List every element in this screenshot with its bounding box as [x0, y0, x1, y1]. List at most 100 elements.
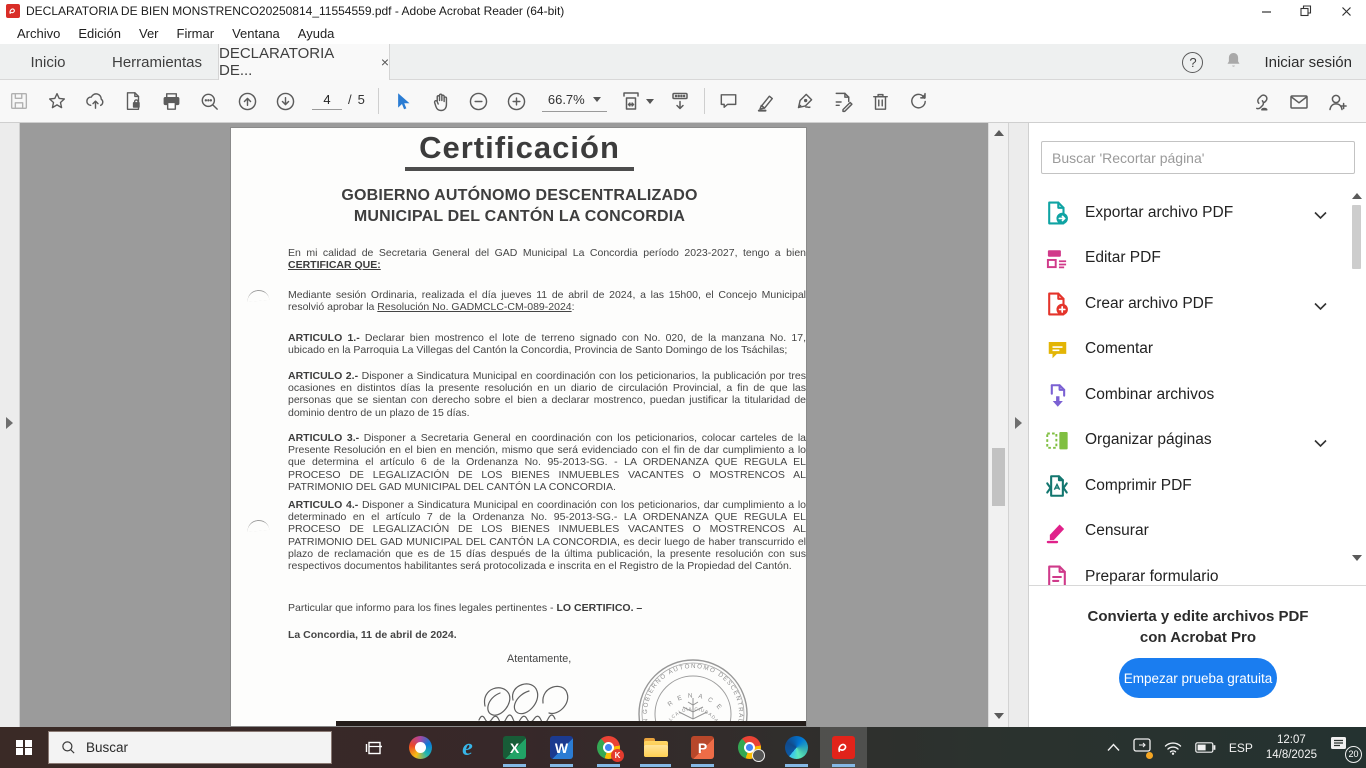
save-icon[interactable]	[0, 84, 38, 118]
notification-center-icon[interactable]: 20	[1330, 736, 1360, 760]
add-person-icon[interactable]	[1318, 85, 1356, 119]
help-glyph: ?	[1189, 55, 1196, 70]
scroll-up-icon[interactable]	[994, 130, 1004, 136]
tab-inicio[interactable]: Inicio	[0, 44, 96, 80]
fit-width-dropdown[interactable]	[613, 84, 661, 118]
select-tool-icon[interactable]	[384, 84, 422, 118]
page-up-icon[interactable]	[228, 84, 266, 118]
doc-title: Certificación	[231, 130, 807, 171]
start-button[interactable]	[0, 727, 48, 768]
nav-pane-expander-icon[interactable]	[6, 417, 13, 429]
doc-paragraph-1: En mi calidad de Secretaria General del …	[288, 247, 806, 271]
cloud-upload-icon[interactable]	[76, 84, 114, 118]
scroll-down-icon[interactable]	[1352, 555, 1362, 561]
menu-archivo[interactable]: Archivo	[8, 26, 69, 41]
powerpoint-icon[interactable]: P	[679, 727, 726, 768]
minimize-icon[interactable]	[1246, 0, 1286, 22]
sign-pen-icon[interactable]	[786, 84, 824, 118]
refresh-icon[interactable]	[900, 84, 938, 118]
tray-time: 12:07	[1266, 733, 1317, 748]
menu-ver[interactable]: Ver	[130, 26, 168, 41]
task-view-icon[interactable]	[350, 727, 397, 768]
tool-compress-pdf[interactable]: Comprimir PDF	[1029, 463, 1366, 509]
tools-search-input[interactable]	[1041, 141, 1355, 174]
tab-document[interactable]: DECLARATORIA DE... ×	[218, 44, 390, 80]
battery-icon[interactable]	[1195, 742, 1216, 753]
edge-icon[interactable]	[773, 727, 820, 768]
page-down-icon[interactable]	[266, 84, 304, 118]
language-indicator[interactable]: ESP	[1229, 741, 1253, 755]
restore-icon[interactable]	[1286, 0, 1326, 22]
taskbar-search[interactable]: Buscar	[48, 731, 332, 764]
tool-label: Crear archivo PDF	[1085, 295, 1213, 313]
doc-date-line: La Concordia, 11 de abril de 2024.	[288, 629, 806, 641]
official-stamp: GOBIERNO AUTÓNOMO DESCENTRALIZADO MUNICI…	[633, 654, 753, 727]
scrollbar-thumb[interactable]	[992, 448, 1005, 506]
start-trial-button[interactable]: Empezar prueba gratuita	[1119, 658, 1277, 698]
redact-icon	[1042, 516, 1072, 546]
tray-expand-icon[interactable]	[1107, 743, 1120, 752]
internet-explorer-icon[interactable]: e	[444, 727, 491, 768]
scrolling-mode-icon[interactable]	[661, 84, 699, 118]
page-current-input[interactable]: 4	[312, 92, 342, 110]
menu-edicion[interactable]: Edición	[69, 26, 130, 41]
zoom-level-dropdown[interactable]: 66.7%	[542, 90, 607, 112]
comment-icon[interactable]	[710, 84, 748, 118]
page-number-control: 4 / 5	[312, 92, 365, 110]
sync-device-icon[interactable]	[1133, 738, 1151, 758]
menu-ventana[interactable]: Ventana	[223, 26, 289, 41]
menu-ayuda[interactable]: Ayuda	[289, 26, 344, 41]
tool-edit-pdf[interactable]: Editar PDF	[1029, 236, 1366, 282]
delete-icon[interactable]	[862, 84, 900, 118]
acrobat-taskbar-icon[interactable]	[820, 727, 867, 768]
tab-herramientas[interactable]: Herramientas	[96, 44, 218, 80]
acrobat-window: DECLARATORIA DE BIEN MONSTRENCO20250814_…	[0, 0, 1366, 768]
excel-icon[interactable]: X	[491, 727, 538, 768]
scroll-up-icon[interactable]	[1352, 193, 1362, 199]
tools-panel-scrollbar[interactable]	[1351, 193, 1363, 563]
tool-combine-files[interactable]: Combinar archivos	[1029, 372, 1366, 418]
zoom-in-icon[interactable]	[498, 84, 536, 118]
bell-icon[interactable]	[1225, 51, 1242, 74]
signin-button[interactable]: Iniciar sesión	[1264, 54, 1352, 71]
acrobat-pro-promo: Convierta y edite archivos PDF con Acrob…	[1029, 585, 1366, 727]
toolbar: 4 / 5 66.7%	[0, 80, 1366, 123]
word-icon[interactable]: W	[538, 727, 585, 768]
link-share-icon[interactable]	[1242, 85, 1280, 119]
help-icon[interactable]: ?	[1182, 52, 1203, 73]
fill-sign-icon[interactable]	[824, 84, 862, 118]
compress-pdf-icon	[1042, 471, 1072, 501]
document-scrollbar[interactable]	[988, 123, 1008, 727]
tools-pane-expander-icon[interactable]	[1015, 417, 1022, 429]
profile-badge: K	[611, 749, 624, 762]
tool-export-pdf[interactable]: Exportar archivo PDF	[1029, 190, 1366, 236]
tab-close-icon[interactable]: ×	[381, 54, 389, 70]
hand-tool-icon[interactable]	[422, 84, 460, 118]
doc-paragraph-2: Mediante sesión Ordinaria, realizada el …	[288, 289, 806, 313]
copilot-icon[interactable]	[397, 727, 444, 768]
print-icon[interactable]	[152, 84, 190, 118]
tool-redact[interactable]: Censurar	[1029, 509, 1366, 555]
tool-create-pdf[interactable]: Crear archivo PDF	[1029, 281, 1366, 327]
tool-comment[interactable]: Comentar	[1029, 327, 1366, 373]
search-icon[interactable]	[190, 84, 228, 118]
tool-organize-pages[interactable]: Organizar páginas	[1029, 418, 1366, 464]
zoom-out-icon[interactable]	[460, 84, 498, 118]
scrollbar-thumb[interactable]	[1352, 205, 1361, 269]
file-explorer-icon[interactable]	[632, 727, 679, 768]
clock[interactable]: 12:07 14/8/2025	[1266, 733, 1317, 763]
menu-firmar[interactable]: Firmar	[168, 26, 224, 41]
page-lock-icon[interactable]	[114, 84, 152, 118]
chrome-icon[interactable]	[726, 727, 773, 768]
pdf-page: Certificación GOBIERNO AUTÓNOMO DESCENTR…	[230, 127, 807, 727]
email-icon[interactable]	[1280, 85, 1318, 119]
close-icon[interactable]	[1326, 0, 1366, 22]
scan-edge-artifact	[336, 721, 807, 726]
wifi-icon[interactable]	[1164, 741, 1182, 755]
scroll-down-icon[interactable]	[994, 713, 1004, 719]
star-icon[interactable]	[38, 84, 76, 118]
chrome-profile-icon[interactable]: K	[585, 727, 632, 768]
tool-label: Comprimir PDF	[1085, 477, 1192, 495]
highlight-icon[interactable]	[748, 84, 786, 118]
tool-prepare-form[interactable]: Preparar formulario	[1029, 554, 1366, 585]
